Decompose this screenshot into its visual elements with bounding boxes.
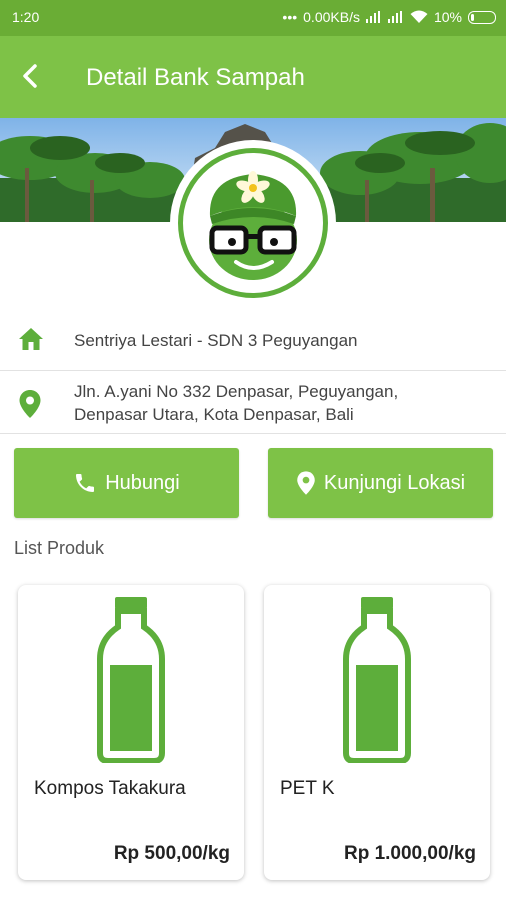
- visit-location-label: Kunjungi Lokasi: [323, 471, 466, 494]
- product-list-title: List Produk: [14, 538, 105, 558]
- bank-name-row: Sentriya Lestari - SDN 3 Peguyangan: [0, 318, 506, 370]
- dots-icon: •••: [282, 9, 298, 25]
- signal-icon: [387, 11, 404, 23]
- product-card[interactable]: PET K Rp 1.000,00/kg: [264, 585, 490, 880]
- product-image: [18, 585, 244, 770]
- status-icons: ••• 0.00KB/s 10%: [282, 9, 496, 25]
- bank-name: Sentriya Lestari - SDN 3 Peguyangan: [74, 331, 358, 350]
- battery-icon: [468, 10, 496, 24]
- call-button-label: Hubungi: [105, 471, 180, 494]
- status-time: 1:20: [12, 9, 40, 25]
- address-line-2: Denpasar Utara, Kota Denpasar, Bali: [74, 405, 354, 424]
- battery-percent: 10%: [433, 9, 462, 25]
- product-price: Rp 500,00/kg: [113, 843, 230, 864]
- mascot-logo-icon: [209, 171, 297, 280]
- app-bar: Detail Bank Sampah: [0, 36, 506, 118]
- back-button[interactable]: [10, 56, 50, 96]
- call-button[interactable]: Hubungi: [14, 448, 239, 518]
- phone-icon: [76, 474, 95, 492]
- location-pin-icon: [19, 390, 41, 418]
- status-bar: 1:20 ••• 0.00KB/s 10%: [0, 0, 506, 36]
- address-row: Jln. A.yani No 332 Denpasar, Peguyangan,…: [0, 371, 506, 433]
- product-name: PET K: [280, 778, 335, 799]
- address-line-1: Jln. A.yani No 332 Denpasar, Peguyangan,: [74, 382, 399, 401]
- product-name: Kompos Takakura: [34, 778, 186, 799]
- product-card[interactable]: Kompos Takakura Rp 500,00/kg: [18, 585, 244, 880]
- bank-logo: [170, 140, 336, 306]
- signal-icon: [365, 11, 382, 23]
- divider: [0, 433, 506, 434]
- product-image: [264, 585, 490, 770]
- page-title: Detail Bank Sampah: [86, 64, 305, 91]
- network-speed: 0.00KB/s: [303, 9, 360, 25]
- location-pin-icon: [297, 471, 315, 495]
- back-arrow-icon: [23, 64, 37, 88]
- visit-location-button[interactable]: Kunjungi Lokasi: [268, 448, 493, 518]
- wifi-icon: [410, 10, 428, 23]
- bottle-icon: [97, 596, 165, 763]
- home-icon: [19, 328, 43, 350]
- bottle-icon: [343, 596, 411, 763]
- product-price: Rp 1.000,00/kg: [343, 843, 476, 864]
